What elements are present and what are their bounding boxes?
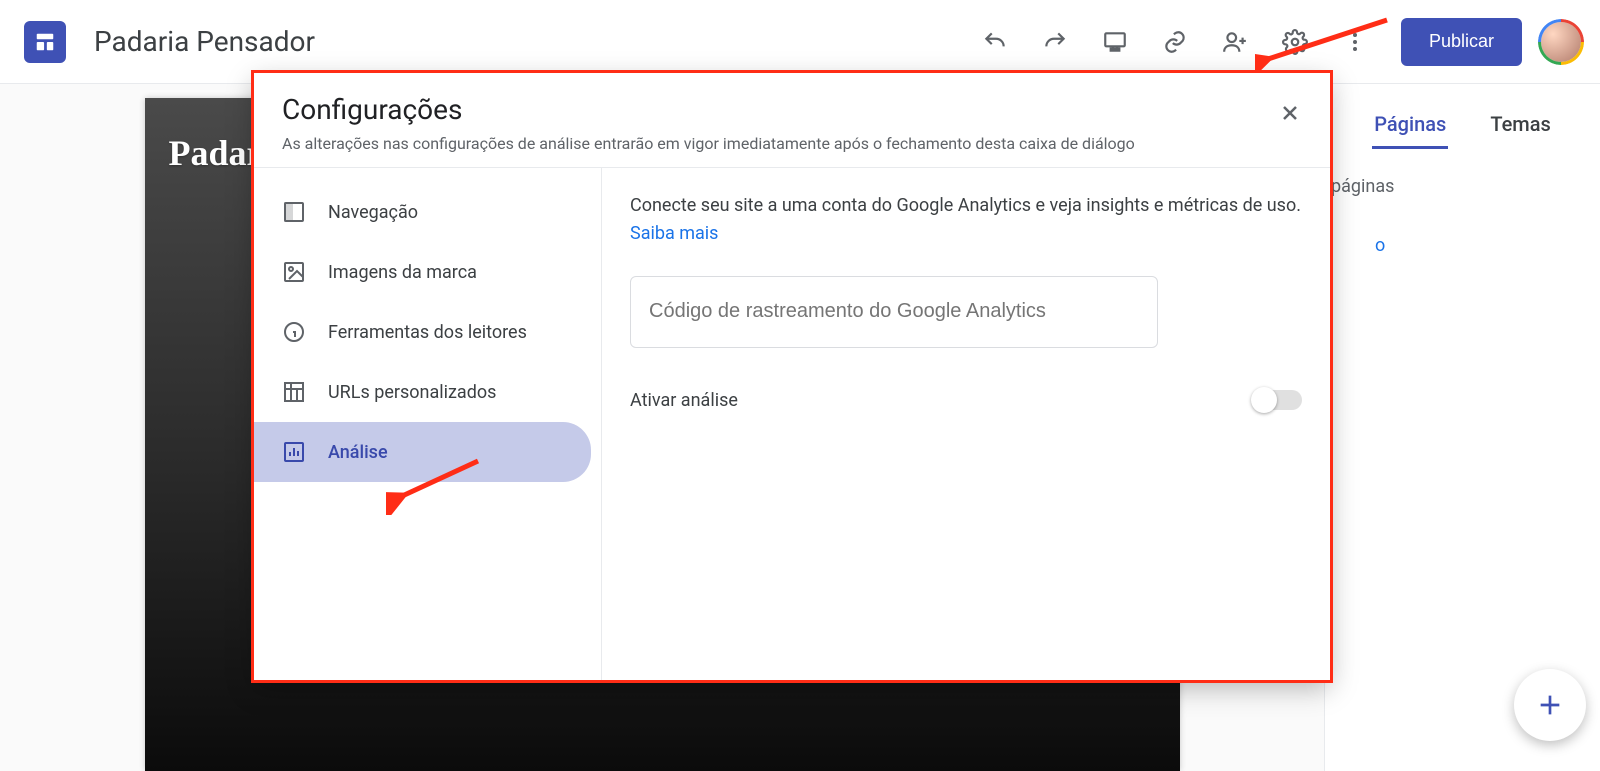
link-icon[interactable] [1151, 18, 1199, 66]
sidepanel-label-fragment: páginas [1325, 162, 1600, 197]
tab-themes[interactable]: Temas [1488, 102, 1552, 149]
nav-item-ferramentas[interactable]: Ferramentas dos leitores [254, 302, 591, 362]
enable-analytics-switch[interactable] [1254, 390, 1302, 410]
nav-item-analise[interactable]: Análise [254, 422, 591, 482]
avatar[interactable] [1538, 19, 1584, 65]
dialog-header: Configurações As alterações nas configur… [254, 73, 1330, 168]
tracking-code-input[interactable] [630, 276, 1158, 348]
nav-label: Análise [328, 442, 388, 463]
nav-label: Imagens da marca [328, 262, 477, 283]
undo-button[interactable] [971, 18, 1019, 66]
close-button[interactable] [1268, 91, 1312, 135]
analytics-description: Conecte seu site a uma conta do Google A… [630, 192, 1302, 248]
nav-item-urls[interactable]: URLs personalizados [254, 362, 591, 422]
dialog-content: Conecte seu site a uma conta do Google A… [602, 168, 1330, 680]
domain-icon [282, 380, 306, 404]
nav-label: Ferramentas dos leitores [328, 322, 527, 343]
dialog-subtitle: As alterações nas configurações de análi… [282, 134, 1302, 153]
settings-dialog: Configurações As alterações nas configur… [254, 73, 1330, 680]
side-panel: Páginas Temas páginas o [1324, 84, 1600, 771]
publish-button[interactable]: Publicar [1401, 18, 1522, 66]
top-app-bar: Padaria Pensador Publicar [0, 0, 1600, 84]
analytics-icon [282, 440, 306, 464]
nav-item-navegacao[interactable]: Navegação [254, 182, 591, 242]
nav-label: Navegação [328, 202, 418, 223]
redo-button[interactable] [1031, 18, 1079, 66]
add-page-fab[interactable] [1514, 669, 1586, 741]
dialog-title: Configurações [282, 93, 1302, 126]
google-sites-icon[interactable] [24, 21, 66, 63]
nav-label: URLs personalizados [328, 382, 496, 403]
settings-button[interactable] [1271, 18, 1319, 66]
share-button[interactable] [1211, 18, 1259, 66]
more-button[interactable] [1331, 18, 1379, 66]
enable-analytics-label: Ativar análise [630, 390, 738, 411]
preview-button[interactable] [1091, 18, 1139, 66]
tab-pages[interactable]: Páginas [1372, 102, 1448, 149]
dialog-nav: Navegação Imagens da marca Ferramentas d… [254, 168, 602, 680]
panel-icon [282, 200, 306, 224]
sidepanel-text-fragment: o [1325, 197, 1600, 256]
image-icon [282, 260, 306, 284]
learn-more-link[interactable]: Saiba mais [630, 223, 718, 244]
site-title-input[interactable]: Padaria Pensador [94, 25, 315, 58]
info-icon [282, 320, 306, 344]
nav-item-imagens[interactable]: Imagens da marca [254, 242, 591, 302]
